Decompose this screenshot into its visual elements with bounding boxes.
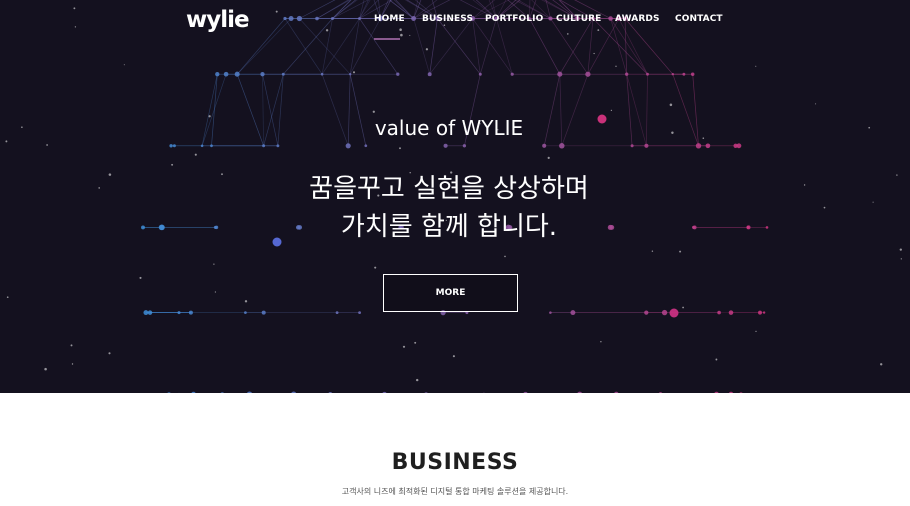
business-title: BUSINESS — [391, 450, 519, 475]
nav-item-awards[interactable]: AWARDS — [615, 14, 660, 24]
nav-item-business[interactable]: BUSINESS — [422, 14, 473, 24]
hero-title-line-1: 꿈을꾸고 실현을 상상하며 — [309, 174, 589, 204]
business-description: 고객사의 니즈에 최적화된 디지털 통합 마케팅 솔루션을 제공합니다. — [341, 487, 569, 496]
hero-section: wylie HOME BUSINESS PORTFOLIO CULTURE AW… — [0, 0, 910, 393]
nav-active-indicator — [374, 38, 400, 40]
more-button[interactable]: MORE — [383, 274, 518, 312]
hero-title: 꿈을꾸고 실현을 상상하며 가치를 함께 합니다. — [0, 170, 898, 246]
hero-title-line-2: 가치를 함께 합니다. — [340, 212, 558, 242]
nav-item-home[interactable]: HOME — [374, 14, 405, 24]
nav-item-culture[interactable]: CULTURE — [556, 14, 601, 24]
nav-item-portfolio[interactable]: PORTFOLIO — [485, 14, 543, 24]
nav-item-contact[interactable]: CONTACT — [675, 14, 723, 24]
hero-subtitle: value of WYLIE — [374, 116, 524, 140]
main-nav: HOME BUSINESS PORTFOLIO CULTURE AWARDS C… — [0, 14, 910, 40]
